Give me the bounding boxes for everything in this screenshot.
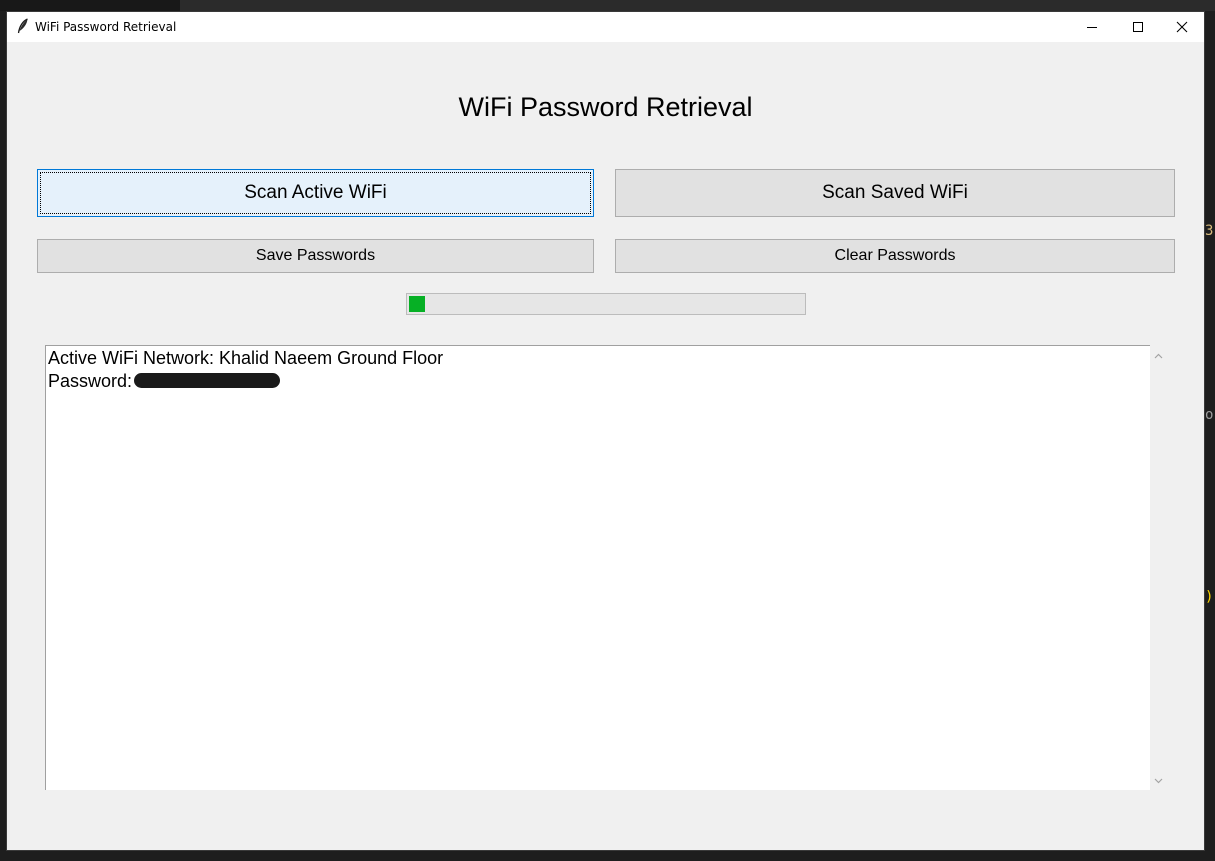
close-button[interactable] [1159,12,1204,42]
window-title: WiFi Password Retrieval [35,20,177,34]
desktop-background-strip [0,0,1215,11]
save-passwords-button[interactable]: Save Passwords [37,239,594,273]
progress-fill [409,296,425,312]
active-network-line: Active WiFi Network: Khalid Naeem Ground… [48,348,444,368]
vertical-scrollbar[interactable] [1150,345,1167,790]
app-window: WiFi Password Retrieval WiFi Password Re… [6,11,1205,851]
maximize-icon [1133,22,1143,32]
scan-active-wifi-button[interactable]: Scan Active WiFi [37,169,594,217]
clear-passwords-button[interactable]: Clear Passwords [615,239,1175,273]
maximize-button[interactable] [1115,12,1161,42]
minimize-icon [1087,27,1097,28]
output-text-area[interactable]: Active WiFi Network: Khalid Naeem Ground… [45,345,1150,790]
redacted-password [134,373,281,388]
title-bar[interactable]: WiFi Password Retrieval [7,12,1204,42]
progress-bar [406,293,806,315]
scroll-up-button[interactable] [1150,347,1167,364]
feather-icon [17,18,28,34]
chevron-up-icon [1154,353,1163,358]
scan-saved-wifi-button[interactable]: Scan Saved WiFi [615,169,1175,217]
minimize-button[interactable] [1069,12,1115,42]
password-label: Password: [48,371,133,391]
background-editor-tab [0,0,180,11]
background-editor-glyph: 3 [1205,223,1214,239]
scroll-down-button[interactable] [1150,772,1167,789]
chevron-down-icon [1154,778,1163,783]
background-editor-glyph: ) [1205,589,1214,605]
password-line: Password: [48,371,281,392]
app-heading: WiFi Password Retrieval [458,92,753,122]
close-icon [1176,21,1188,33]
background-editor-glyph: o [1205,407,1214,423]
